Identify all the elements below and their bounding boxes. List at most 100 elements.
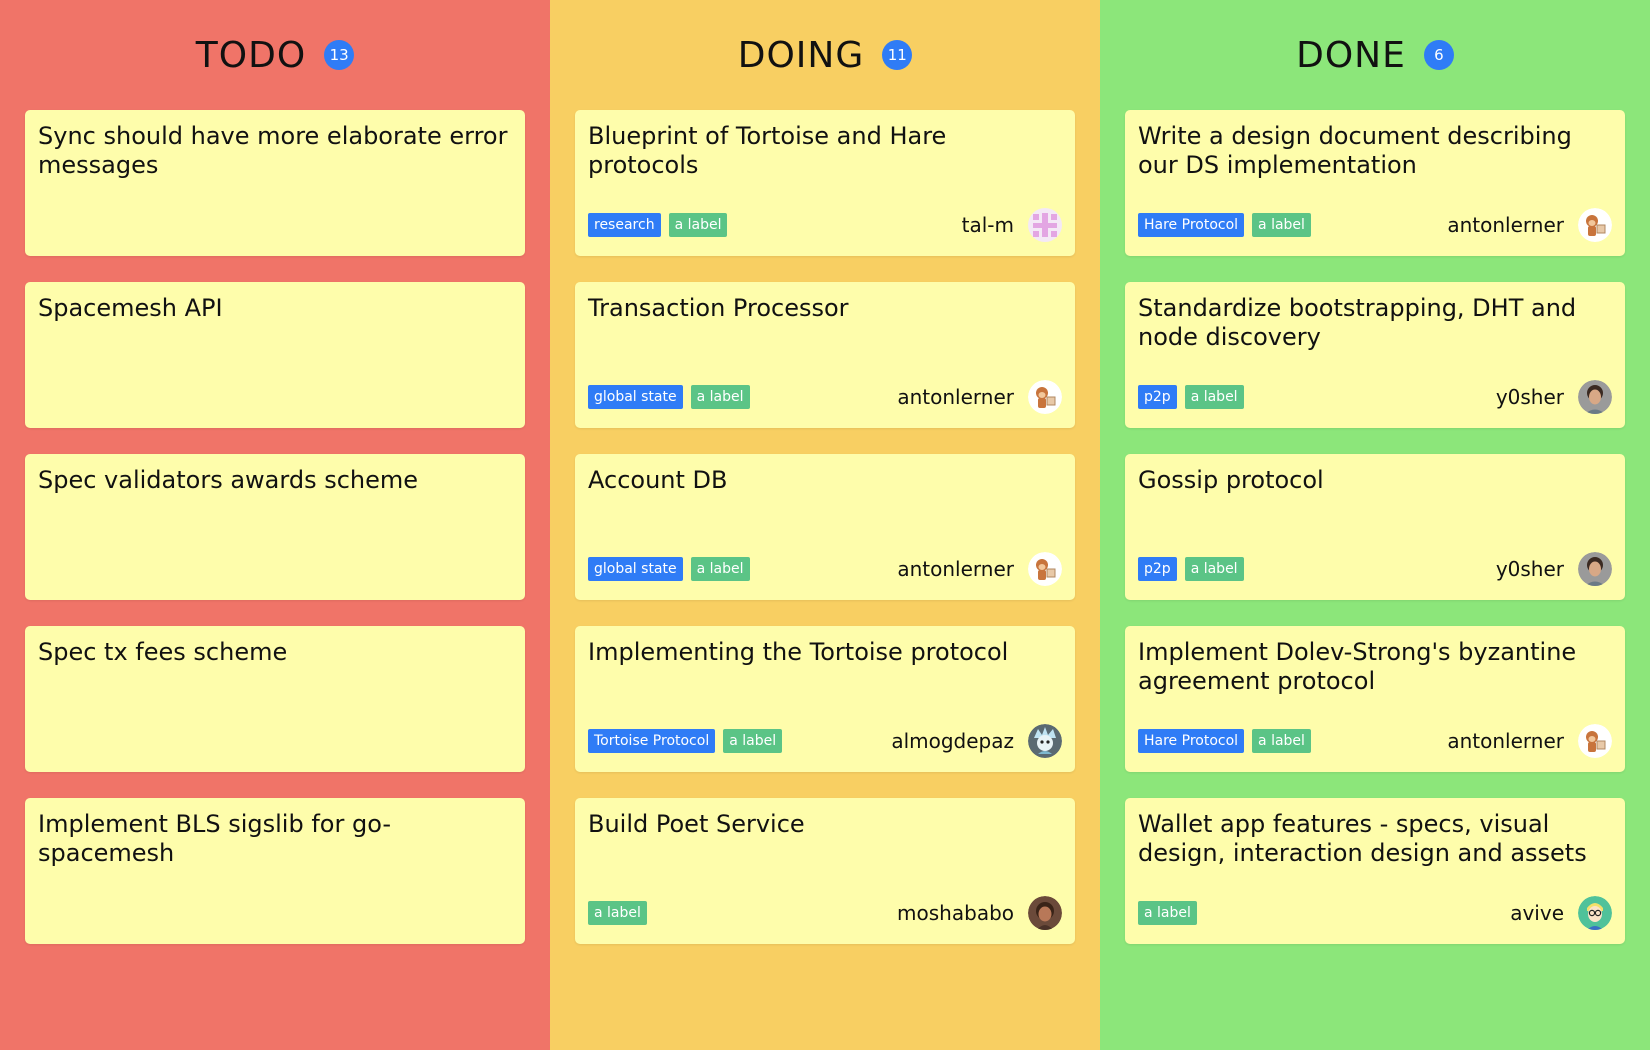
label-list: Tortoise Protocol a label xyxy=(588,729,783,753)
column-done: DONE 6 Write a design document describin… xyxy=(1100,0,1650,1050)
label-list: a label xyxy=(588,901,647,925)
label-badge[interactable]: a label xyxy=(1184,385,1244,409)
card-title[interactable]: Implement Dolev-Strong's byzantine agree… xyxy=(1138,638,1612,696)
identicon-avatar[interactable] xyxy=(1028,208,1062,242)
photo-avatar[interactable] xyxy=(1578,552,1612,586)
column-header: DOING 11 xyxy=(550,30,1100,80)
card-footer: Hare Protocol a label antonlerner xyxy=(1138,208,1612,242)
column-header: DONE 6 xyxy=(1100,30,1650,80)
assignee-name: antonlerner xyxy=(1447,729,1564,753)
task-card[interactable]: Implementing the Tortoise protocol Torto… xyxy=(575,626,1075,772)
label-badge[interactable]: p2p xyxy=(1138,385,1177,409)
card-title[interactable]: Write a design document describing our D… xyxy=(1138,122,1612,180)
label-list: Hare Protocol a label xyxy=(1138,729,1311,753)
label-badge[interactable]: a label xyxy=(1184,557,1244,581)
card-title[interactable]: Sync should have more elaborate error me… xyxy=(38,122,512,180)
card-title[interactable]: Standardize bootstrapping, DHT and node … xyxy=(1138,294,1612,352)
card-footer: global state a label antonlerner xyxy=(588,380,1062,414)
label-list: research a label xyxy=(588,213,728,237)
task-card[interactable]: Write a design document describing our D… xyxy=(1125,110,1625,256)
task-card[interactable]: Spec validators awards scheme xyxy=(25,454,525,600)
card-footer: research a label tal-m xyxy=(588,208,1062,242)
column-title: DONE xyxy=(1296,34,1406,76)
label-badge[interactable]: a label xyxy=(668,213,728,237)
card-list: Blueprint of Tortoise and Hare protocols… xyxy=(550,110,1100,944)
assignee-name: tal-m xyxy=(961,213,1014,237)
card-title[interactable]: Implementing the Tortoise protocol xyxy=(588,638,1062,667)
card-footer: p2p a label y0sher xyxy=(1138,380,1612,414)
card-list: Sync should have more elaborate error me… xyxy=(0,110,550,944)
card-count-badge: 11 xyxy=(882,40,913,70)
column-header: TODO 13 xyxy=(0,30,550,80)
monkey-avatar[interactable] xyxy=(1028,380,1062,414)
label-badge[interactable]: a label xyxy=(1252,729,1311,753)
card-title[interactable]: Spec tx fees scheme xyxy=(38,638,512,667)
monkey-avatar[interactable] xyxy=(1028,552,1062,586)
label-badge[interactable]: a label xyxy=(723,729,783,753)
card-title[interactable]: Transaction Processor xyxy=(588,294,1062,323)
card-count-badge: 6 xyxy=(1423,40,1454,70)
task-card[interactable]: Account DB global state a label antonler… xyxy=(575,454,1075,600)
label-badge[interactable]: research xyxy=(588,213,661,237)
card-footer: a label moshababo xyxy=(588,896,1062,930)
assignee-name: antonlerner xyxy=(897,557,1014,581)
label-list: p2p a label xyxy=(1138,385,1244,409)
label-badge[interactable]: a label xyxy=(1138,901,1197,925)
assignee-name: almogdepaz xyxy=(891,729,1014,753)
task-card[interactable]: Standardize bootstrapping, DHT and node … xyxy=(1125,282,1625,428)
label-badge[interactable]: p2p xyxy=(1138,557,1177,581)
label-list: global state a label xyxy=(588,557,750,581)
card-title[interactable]: Implement BLS sigslib for go-spacemesh xyxy=(38,810,512,868)
assignee-name: y0sher xyxy=(1495,557,1564,581)
card-title[interactable]: Spacemesh API xyxy=(38,294,512,323)
column-doing: DOING 11 Blueprint of Tortoise and Hare … xyxy=(550,0,1100,1050)
card-title[interactable]: Wallet app features - specs, visual desi… xyxy=(1138,810,1612,868)
task-card[interactable]: Sync should have more elaborate error me… xyxy=(25,110,525,256)
photo-avatar[interactable] xyxy=(1028,896,1062,930)
label-list: global state a label xyxy=(588,385,750,409)
task-card[interactable]: Implement BLS sigslib for go-spacemesh xyxy=(25,798,525,944)
card-list: Write a design document describing our D… xyxy=(1100,110,1650,944)
task-card[interactable]: Build Poet Service a label moshababo xyxy=(575,798,1075,944)
label-badge[interactable]: Hare Protocol xyxy=(1138,213,1245,237)
label-list: Hare Protocol a label xyxy=(1138,213,1311,237)
card-title[interactable]: Gossip protocol xyxy=(1138,466,1612,495)
task-card[interactable]: Spec tx fees scheme xyxy=(25,626,525,772)
card-footer: p2p a label y0sher xyxy=(1138,552,1612,586)
label-badge[interactable]: a label xyxy=(1252,213,1311,237)
label-badge[interactable]: a label xyxy=(588,901,647,925)
card-title[interactable]: Build Poet Service xyxy=(588,810,1062,839)
label-badge[interactable]: global state xyxy=(588,557,683,581)
task-card[interactable]: Spacemesh API xyxy=(25,282,525,428)
card-title[interactable]: Blueprint of Tortoise and Hare protocols xyxy=(588,122,1062,180)
label-list: a label xyxy=(1138,901,1197,925)
card-footer: global state a label antonlerner xyxy=(588,552,1062,586)
task-card[interactable]: Implement Dolev-Strong's byzantine agree… xyxy=(1125,626,1625,772)
label-badge[interactable]: Hare Protocol xyxy=(1138,729,1245,753)
assignee-name: antonlerner xyxy=(897,385,1014,409)
card-title[interactable]: Spec validators awards scheme xyxy=(38,466,512,495)
photo-avatar[interactable] xyxy=(1578,380,1612,414)
assignee-name: antonlerner xyxy=(1447,213,1564,237)
task-card[interactable]: Transaction Processor global state a lab… xyxy=(575,282,1075,428)
column-title: DOING xyxy=(737,34,865,76)
column-title: TODO xyxy=(195,34,307,76)
monkey-avatar[interactable] xyxy=(1578,208,1612,242)
task-card[interactable]: Wallet app features - specs, visual desi… xyxy=(1125,798,1625,944)
label-badge[interactable]: global state xyxy=(588,385,683,409)
task-card[interactable]: Gossip protocol p2p a label y0sher xyxy=(1125,454,1625,600)
label-badge[interactable]: a label xyxy=(690,385,750,409)
task-card[interactable]: Blueprint of Tortoise and Hare protocols… xyxy=(575,110,1075,256)
label-badge[interactable]: a label xyxy=(690,557,750,581)
kanban-board: TODO 13 Sync should have more elaborate … xyxy=(0,0,1650,1050)
card-footer: Hare Protocol a label antonlerner xyxy=(1138,724,1612,758)
card-title[interactable]: Account DB xyxy=(588,466,1062,495)
assignee-name: moshababo xyxy=(897,901,1014,925)
label-list: p2p a label xyxy=(1138,557,1244,581)
glasses-avatar[interactable] xyxy=(1578,896,1612,930)
label-badge[interactable]: Tortoise Protocol xyxy=(588,729,716,753)
assignee-name: avive xyxy=(1510,901,1564,925)
cartoon-avatar[interactable] xyxy=(1028,724,1062,758)
card-footer: Tortoise Protocol a label almogdepaz xyxy=(588,724,1062,758)
monkey-avatar[interactable] xyxy=(1578,724,1612,758)
